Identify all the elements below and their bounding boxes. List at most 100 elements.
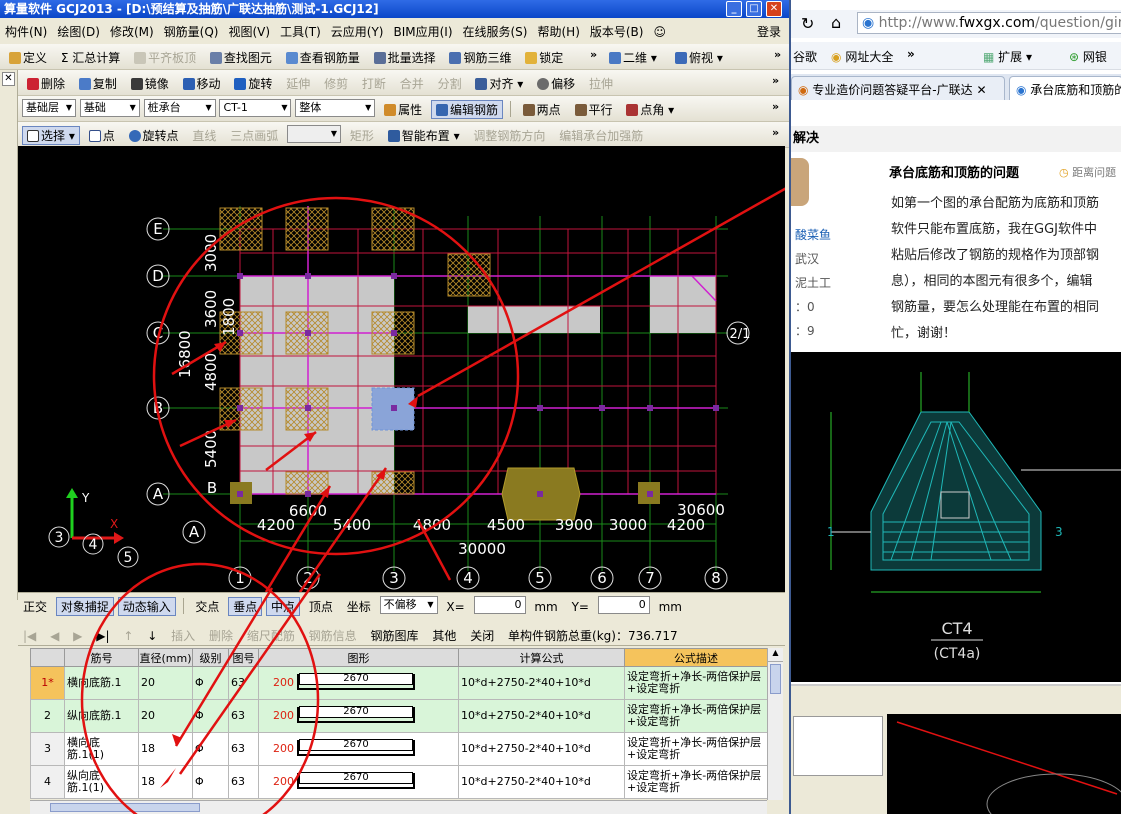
toolbar-overflow-right-icon[interactable]: »: [774, 48, 781, 61]
rotate-button[interactable]: 旋转: [229, 74, 277, 93]
address-bar-row: ↻ ⌂ ◉ http://www.fwxgx.com/question/gim: [791, 10, 1121, 38]
minimize-button[interactable]: _: [726, 1, 742, 17]
chevron-down-icon: ▼: [330, 129, 338, 138]
panel-close-icon[interactable]: ✕: [2, 72, 15, 86]
layer-toolbar-overflow-icon[interactable]: »: [772, 100, 779, 113]
bookmark-sites[interactable]: ◉ 网址大全: [831, 48, 893, 65]
question-text-line: 忙，谢谢！: [891, 326, 957, 341]
dim-bottom: 6600: [289, 502, 327, 520]
question-title[interactable]: 承台底筋和顶筋的问题: [889, 162, 1019, 181]
drawing-canvas[interactable]: E D C B A 1 2 3 4 5 6 7 8 2/1 A B 3000 3…: [18, 146, 789, 593]
question-drawing-image[interactable]: 1 3 CT4 (CT4a): [791, 352, 1121, 682]
close-button[interactable]: ✕: [766, 1, 782, 17]
menu-tools[interactable]: 工具(T): [275, 20, 326, 40]
edit-toolbar-overflow-icon[interactable]: »: [772, 74, 779, 87]
menu-bim[interactable]: BIM应用(I): [388, 20, 457, 40]
browser-tab-1[interactable]: ◉ 专业造价问题答疑平台-广联达 ✕: [791, 76, 1005, 100]
rebar-3d-button[interactable]: 钢筋三维: [444, 48, 516, 67]
url-input[interactable]: ◉ http://www.fwxgx.com/question/gim: [857, 12, 1121, 34]
arc-3pt-button[interactable]: 三点画弧: [225, 126, 283, 145]
mirror-button[interactable]: 镜像: [126, 74, 174, 93]
browser-tab-2[interactable]: ◉ 承台底筋和顶筋的: [1009, 76, 1121, 100]
category-value: 基础: [83, 101, 106, 114]
menu-cloud[interactable]: 云应用(Y): [326, 20, 389, 40]
extensions-button[interactable]: ▦ 扩展 ▾: [983, 48, 1032, 65]
layer-select[interactable]: 基础层 ▼: [22, 99, 76, 117]
adjust-rebar-dir-button[interactable]: 调整钢筋方向: [468, 126, 550, 145]
batch-select-button[interactable]: 批量选择: [369, 48, 441, 67]
rotate-point-button[interactable]: 旋转点: [124, 126, 184, 145]
bookmarks-overflow-icon[interactable]: »: [907, 47, 915, 61]
question-text-line: 息），相同的本图元有很多个，编辑: [891, 274, 1093, 289]
lock-button[interactable]: 锁定: [520, 48, 568, 67]
refresh-icon[interactable]: ↻: [801, 14, 814, 33]
split-button[interactable]: 分割: [433, 74, 467, 93]
category-select[interactable]: 基础 ▼: [79, 99, 140, 117]
user-name[interactable]: 酸菜鱼: [795, 226, 831, 243]
lock-label: 锁定: [539, 51, 564, 65]
delete-button[interactable]: 删除: [22, 74, 70, 93]
view-rebar-qty-button[interactable]: 查看钢筋量: [281, 48, 365, 67]
browser-window: ↻ ⌂ ◉ http://www.fwxgx.com/question/gim …: [789, 0, 1121, 814]
two-points-button[interactable]: 两点: [518, 100, 566, 119]
point-button[interactable]: 点: [84, 126, 120, 145]
menu-modify[interactable]: 修改(M): [105, 20, 159, 40]
bank-button[interactable]: ⊛ 网银: [1069, 48, 1107, 65]
point-label: 点: [102, 129, 115, 143]
edit-cap-strengthen-button[interactable]: 编辑承台加强筋: [554, 126, 648, 145]
login-link[interactable]: 登录: [757, 23, 781, 40]
select-button[interactable]: 选择 ▾: [22, 126, 80, 145]
menu-component[interactable]: 构件(N): [0, 20, 52, 40]
view-2d-dropdown[interactable]: 二维 ▾: [604, 48, 662, 67]
merge-button[interactable]: 合并: [395, 74, 429, 93]
align-dropdown[interactable]: 对齐 ▾: [470, 74, 528, 93]
dim-left: 3600: [202, 290, 220, 328]
define-button[interactable]: 定义: [4, 48, 52, 67]
menu-view[interactable]: 视图(V): [223, 20, 275, 40]
annotation-overlay-table: [80, 562, 322, 814]
answer-screenshot-thumbnail[interactable]: [791, 684, 1121, 814]
point-angle-button[interactable]: 点角 ▾: [621, 100, 679, 119]
offset-button[interactable]: 偏移: [532, 74, 580, 93]
question-text-line: 粘贴后修改了钢筋的规格作为顶部钢: [891, 248, 1100, 263]
parallel-button[interactable]: 平行: [570, 100, 618, 119]
menu-help[interactable]: 帮助(H): [532, 20, 584, 40]
define-label: 定义: [23, 51, 48, 65]
element-value: CT-1: [223, 101, 248, 114]
toolbar-overflow-icon[interactable]: »: [590, 48, 597, 61]
view-mode-dropdown[interactable]: 俯视 ▾: [670, 48, 728, 67]
home-icon[interactable]: ⌂: [831, 13, 841, 32]
cad-canvas-svg[interactable]: E D C B A 1 2 3 4 5 6 7 8 2/1 A B 3000 3…: [18, 146, 789, 593]
summary-calc-button[interactable]: Σ 汇总计算: [56, 48, 125, 67]
type-select[interactable]: 桩承台 ▼: [143, 99, 216, 117]
copy-button[interactable]: 复制: [74, 74, 122, 93]
part-select[interactable]: 整体 ▼: [295, 99, 376, 117]
trim-button[interactable]: 修剪: [319, 74, 353, 93]
find-element-button[interactable]: 查找图元: [205, 48, 277, 67]
smiley-icon[interactable]: ☺: [648, 22, 671, 39]
menu-draw[interactable]: 绘图(D): [52, 20, 105, 40]
element-select[interactable]: CT-1 ▼: [219, 99, 292, 117]
menu-online[interactable]: 在线服务(S): [458, 20, 533, 40]
attribute-button[interactable]: 属性: [379, 100, 427, 119]
maximize-button[interactable]: □: [746, 1, 762, 17]
edit-rebar-button[interactable]: 编辑钢筋: [430, 100, 503, 119]
avatar[interactable]: [791, 158, 809, 206]
view-rebar-icon: [285, 52, 298, 64]
slab-main: [240, 276, 394, 494]
menu-rebar-quantity[interactable]: 钢筋量(Q): [159, 20, 224, 40]
rectangle-button[interactable]: 矩形: [345, 126, 379, 145]
break-button[interactable]: 打断: [357, 74, 391, 93]
stretch-button[interactable]: 拉伸: [584, 74, 618, 93]
rebar-3d-icon: [449, 52, 462, 64]
extend-button[interactable]: 延伸: [281, 74, 315, 93]
smart-layout-button[interactable]: 智能布置 ▾: [383, 126, 465, 145]
draw-toolbar-overflow-icon[interactable]: »: [772, 126, 779, 139]
flush-top-button[interactable]: 平齐板顶: [129, 48, 201, 67]
menu-version[interactable]: 版本号(B): [585, 20, 649, 40]
line-button[interactable]: 直线: [187, 126, 221, 145]
bookmark-google[interactable]: 谷歌: [793, 48, 817, 65]
arc-option-select[interactable]: ▼: [287, 125, 342, 143]
distance-link[interactable]: ◷ 距离问题: [1059, 164, 1116, 180]
move-button[interactable]: 移动: [178, 74, 226, 93]
